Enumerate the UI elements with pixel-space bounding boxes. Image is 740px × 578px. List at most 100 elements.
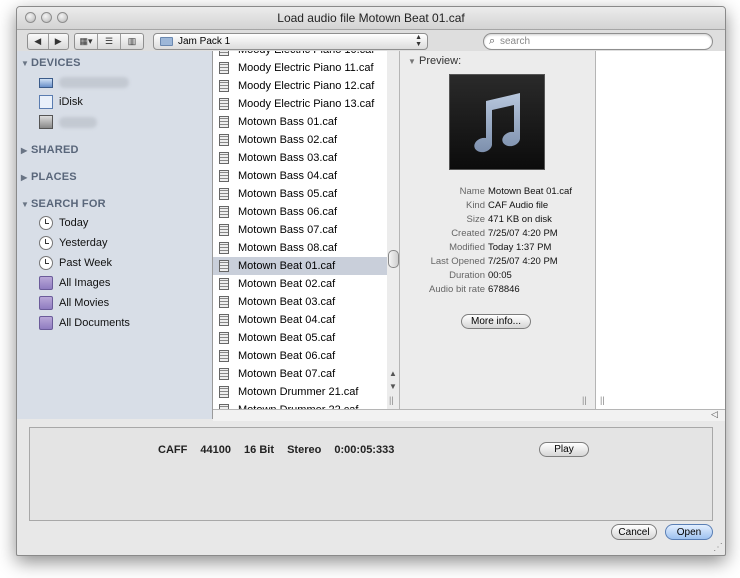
file-list-scrollbar[interactable]: ▲ ▼ || (387, 51, 400, 409)
audio-sample-rate: 44100 (200, 444, 231, 456)
file-list-item[interactable]: Motown Bass 01.caf (213, 113, 387, 131)
list-view-button[interactable]: ☰ (97, 34, 120, 49)
audio-file-icon (219, 260, 229, 272)
forward-button[interactable]: ▶ (47, 34, 69, 49)
sidebar-item-disk[interactable] (39, 113, 97, 131)
file-list-item[interactable]: Moody Electric Piano 12.caf (213, 77, 387, 95)
sidebar-item-label: Today (59, 217, 89, 229)
info-row: Last Opened 7/25/07 4:20 PM (400, 256, 595, 270)
audio-file-icon (219, 170, 229, 182)
sidebar-item-all-movies[interactable]: All Movies (39, 294, 109, 312)
file-name: Motown Bass 02.caf (238, 134, 338, 146)
sidebar-item-label: All Images (59, 277, 111, 289)
folder-icon (160, 37, 173, 46)
horizontal-scrollbar[interactable]: ◁ (213, 409, 725, 421)
sidebar-item-all-images[interactable]: All Images (39, 274, 110, 292)
audio-format: CAFF (158, 444, 188, 456)
sidebar-item-yesterday[interactable]: Yesterday (39, 234, 108, 252)
file-list-item[interactable]: Motown Drummer 21.caf (213, 383, 387, 401)
disclosure-open-icon: ▼ (408, 57, 416, 66)
file-list-item[interactable]: Motown Bass 03.caf (213, 149, 387, 167)
back-button[interactable]: ◀ (28, 34, 48, 49)
file-list-item[interactable]: Motown Beat 01.caf (213, 257, 387, 275)
file-list-item[interactable]: Motown Bass 06.caf (213, 203, 387, 221)
scroll-up-arrow-icon[interactable]: ▲ (389, 369, 397, 378)
scroll-thumb[interactable] (388, 250, 399, 268)
sidebar-item-today[interactable]: Today (39, 214, 88, 232)
sidebar-item-label: All Movies (59, 297, 110, 309)
info-key: Duration (449, 270, 485, 281)
title-bar[interactable]: Load audio file Motown Beat 01.caf (17, 7, 725, 30)
file-list-item[interactable]: Motown Drummer 22.caf (213, 401, 387, 409)
search-icon: ⌕ (489, 35, 496, 47)
file-list-item[interactable]: Motown Beat 07.caf (213, 365, 387, 383)
file-dialog-window: Load audio file Motown Beat 01.caf ◀ ▶ ▦… (16, 6, 726, 556)
audio-file-icon (219, 206, 229, 218)
redacted-name (59, 116, 97, 128)
file-list-item[interactable]: Motown Beat 02.caf (213, 275, 387, 293)
sidebar-item-all-documents[interactable]: All Documents (39, 314, 130, 332)
audio-file-icon (219, 386, 229, 398)
file-name: Motown Bass 01.caf (238, 116, 338, 128)
file-list-item[interactable]: Motown Bass 04.caf (213, 167, 387, 185)
scroll-left-arrow-icon[interactable]: ◁ (711, 409, 718, 420)
file-list-item[interactable]: Moody Electric Piano 13.caf (213, 95, 387, 113)
column-view-button[interactable]: ▥ (120, 34, 143, 49)
icon-view-button[interactable]: ▦▾ (75, 34, 97, 49)
info-row: Size 471 KB on disk (400, 214, 595, 228)
file-name: Motown Beat 06.caf (238, 350, 336, 362)
sidebar-section-places[interactable]: ▶ PLACES (21, 171, 77, 183)
more-info-button[interactable]: More info... (461, 314, 531, 329)
section-label: PLACES (31, 171, 77, 183)
file-list-item[interactable]: Moody Electric Piano 11.caf (213, 59, 387, 77)
audio-file-icon (219, 368, 229, 380)
preview-column: ▼ Preview: Name Motown Beat 01.caf Kind CAF… (400, 51, 596, 409)
search-field[interactable]: ⌕ (483, 33, 713, 50)
disclosure-closed-icon: ▶ (21, 146, 28, 155)
sidebar-item-idisk[interactable]: iDisk (39, 93, 83, 111)
info-value: 471 KB on disk (488, 214, 552, 225)
file-list-item[interactable]: Motown Bass 02.caf (213, 131, 387, 149)
sidebar-item-computer[interactable] (39, 73, 129, 91)
file-list-item[interactable]: Motown Beat 05.caf (213, 329, 387, 347)
search-input[interactable] (500, 35, 700, 48)
sidebar-item-past-week[interactable]: Past Week (39, 254, 112, 272)
clock-icon (39, 236, 53, 250)
file-list-item[interactable]: Motown Bass 05.caf (213, 185, 387, 203)
file-name: Motown Beat 01.caf (238, 260, 336, 272)
resize-grip-icon[interactable]: ⋰ (713, 542, 723, 553)
sidebar-section-devices[interactable]: ▼ DEVICES (21, 57, 81, 69)
info-row: Created 7/25/07 4:20 PM (400, 228, 595, 242)
audio-file-icon (219, 152, 229, 164)
file-list-item[interactable]: Motown Beat 04.caf (213, 311, 387, 329)
column-resize-grip-icon[interactable]: || (389, 395, 394, 405)
cancel-button[interactable]: Cancel (611, 524, 657, 540)
scroll-down-arrow-icon[interactable]: ▼ (389, 382, 397, 391)
audio-file-icon (219, 224, 229, 236)
sidebar-section-shared[interactable]: ▶ SHARED (21, 144, 79, 156)
window-title: Load audio file Motown Beat 01.caf (277, 11, 465, 25)
file-list-item[interactable]: Motown Bass 08.caf (213, 239, 387, 257)
clock-icon (39, 216, 53, 230)
file-list-item[interactable]: Motown Beat 06.caf (213, 347, 387, 365)
location-popup[interactable]: Jam Pack 1 ▲ ▼ (153, 33, 428, 50)
column-resize-grip-icon[interactable]: || (582, 395, 587, 405)
empty-column: || (596, 51, 725, 409)
file-list-item[interactable]: Moody Electric Piano 10.caf (213, 51, 387, 59)
open-button[interactable]: Open (665, 524, 713, 540)
info-key: Kind (465, 200, 485, 211)
sidebar-item-label: iDisk (59, 96, 83, 108)
file-list-item[interactable]: Motown Bass 07.caf (213, 221, 387, 239)
audio-file-icon (219, 296, 229, 308)
audio-file-icon (219, 80, 229, 92)
disclosure-closed-icon: ▶ (21, 173, 28, 182)
info-value: Today 1:37 PM (488, 242, 552, 253)
play-button[interactable]: Play (539, 442, 589, 457)
column-resize-grip-icon[interactable]: || (600, 395, 605, 405)
audio-format-info: CAFF 44100 16 Bit Stereo 0:00:05:333 (158, 444, 404, 456)
sidebar-section-search-for[interactable]: ▼ SEARCH FOR (21, 198, 106, 210)
clock-icon (39, 256, 53, 270)
info-key: Last Opened (430, 256, 485, 267)
file-list-item[interactable]: Motown Beat 03.caf (213, 293, 387, 311)
smart-folder-icon (39, 276, 53, 290)
